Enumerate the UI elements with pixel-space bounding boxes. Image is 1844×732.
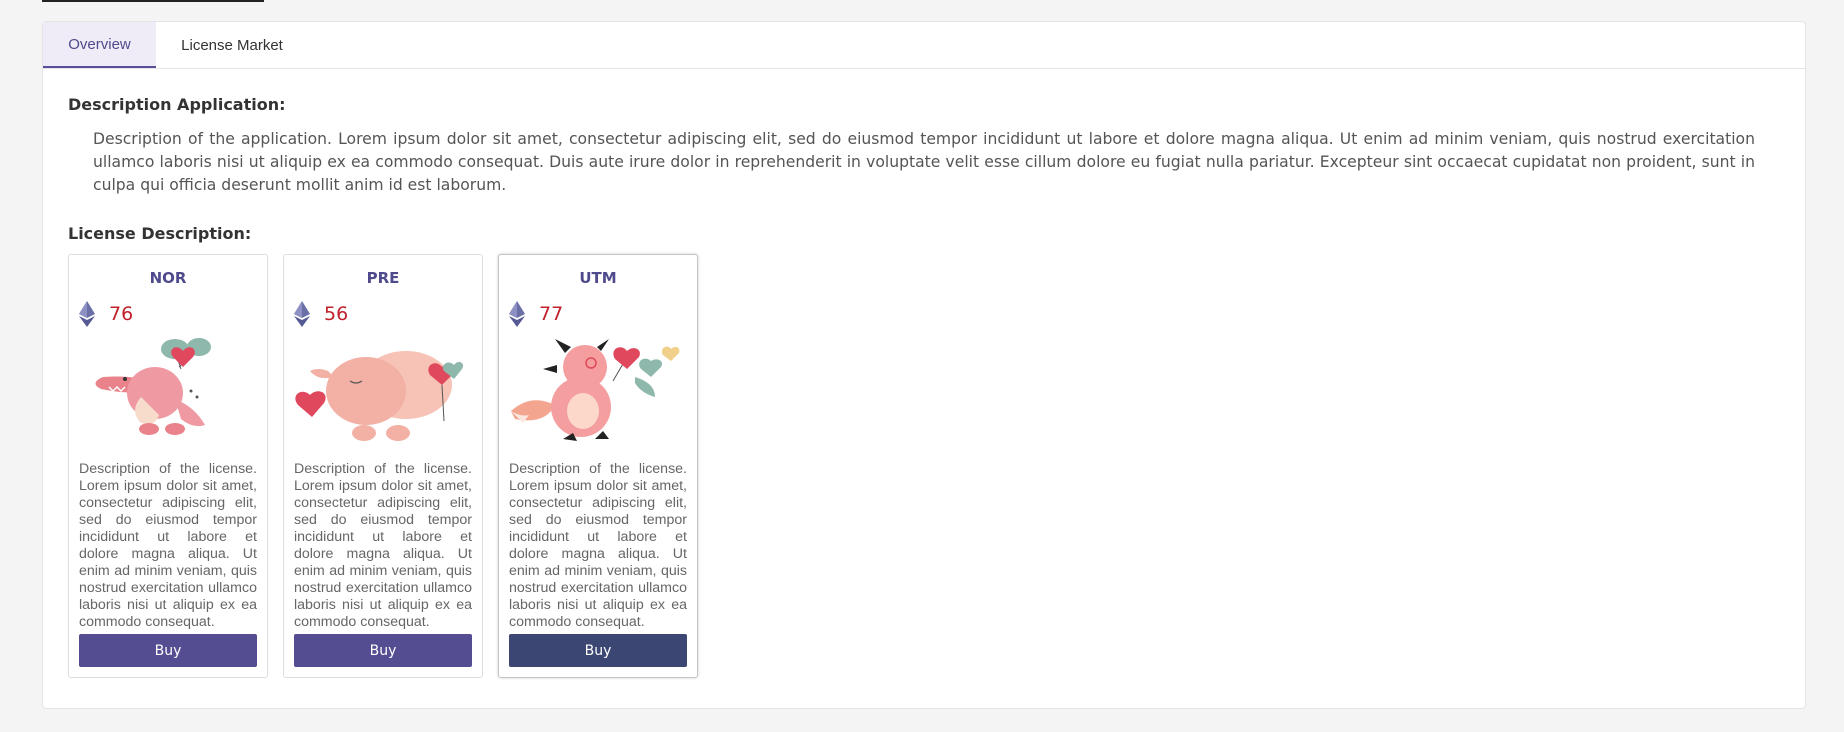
license-price: 56 — [324, 303, 349, 325]
buy-button[interactable]: Buy — [509, 634, 687, 667]
buy-button[interactable]: Buy — [294, 634, 472, 667]
license-description-heading: License Description: — [68, 224, 252, 243]
license-name: UTM — [579, 269, 617, 287]
license-price: 77 — [539, 303, 564, 325]
license-description: Description of the license. Lorem ipsum … — [79, 461, 257, 630]
ethereum-icon — [79, 301, 95, 327]
price-row: 77 — [509, 299, 687, 329]
license-price: 76 — [109, 303, 134, 325]
license-card-pre: PRE 56 Description of the license. Lorem… — [283, 254, 483, 678]
license-description: Description of the license. Lorem ipsum … — [509, 461, 687, 630]
license-card-list: NOR 76 Description of the license. Lorem… — [68, 254, 1780, 678]
tab-license-market[interactable]: License Market — [156, 22, 308, 68]
price-row: 56 — [294, 299, 472, 329]
ethereum-icon — [509, 301, 525, 327]
overview-content: Description Application: Description of … — [43, 95, 1805, 678]
license-name: NOR — [149, 269, 187, 287]
license-name: PRE — [366, 269, 400, 287]
elephant-illustration — [295, 351, 464, 441]
fox-illustration — [511, 339, 680, 441]
tab-bar: Overview License Market — [43, 22, 1805, 69]
license-description: Description of the license. Lorem ipsum … — [294, 461, 472, 630]
application-description-heading: Description Application: — [68, 95, 286, 114]
buy-button[interactable]: Buy — [79, 634, 257, 667]
application-description-text: Description of the application. Lorem ip… — [93, 130, 1755, 194]
license-card-nor: NOR 76 Description of the license. Lorem… — [68, 254, 268, 678]
price-row: 76 — [79, 299, 257, 329]
crocodile-illustration — [95, 338, 211, 435]
license-card-utm: UTM 77 Description of the license. Lorem… — [498, 254, 698, 678]
top-scroll-indicator — [42, 0, 264, 2]
license-panel: Overview License Market Description Appl… — [42, 21, 1806, 709]
ethereum-icon — [294, 301, 310, 327]
tab-overview[interactable]: Overview — [43, 22, 156, 68]
